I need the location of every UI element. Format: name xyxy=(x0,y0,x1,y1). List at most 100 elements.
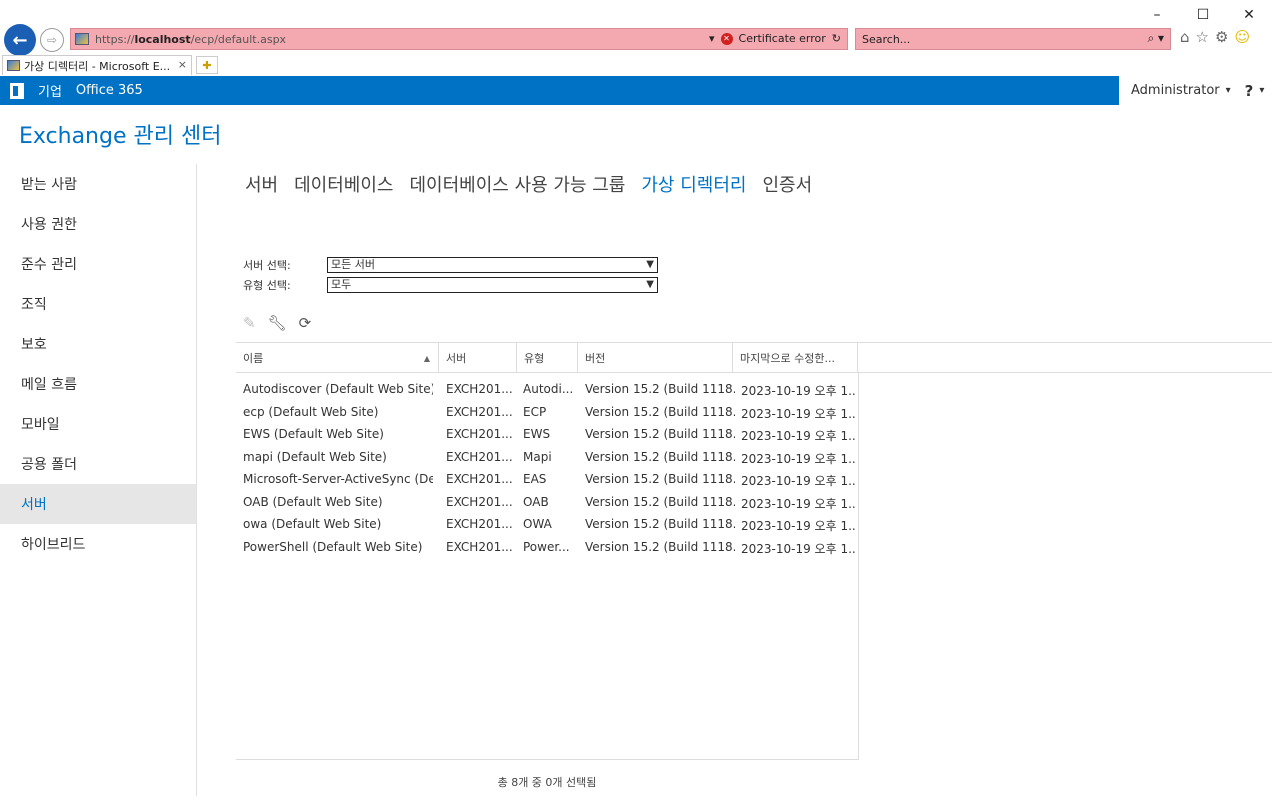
url-text[interactable]: https://localhost/ecp/default.aspx xyxy=(95,33,286,46)
table-cell: EXCH201... xyxy=(446,404,513,419)
minimize-button[interactable]: – xyxy=(1134,4,1180,26)
table-row[interactable]: mapi (Default Web Site) EXCH201... Mapi Ver… xyxy=(236,447,858,470)
app-title: Exchange 관리 센터 xyxy=(19,124,222,149)
table-cell: Power... xyxy=(523,539,570,554)
left-nav: 받는 사람 사용 권한 준수 관리 조직 보호 메일 흐름 모바일 공용 폴더 서버 하이브리드 xyxy=(0,164,196,564)
table-cell: Version 15.2 (Build 1118... xyxy=(585,517,735,531)
new-tab-button[interactable]: ✚ xyxy=(196,56,218,74)
refresh-icon[interactable]: ↻ xyxy=(832,32,841,45)
table-cell: EXCH201... xyxy=(446,539,513,554)
nav-item[interactable]: 메일 흐름 xyxy=(0,364,196,404)
cert-error-label[interactable]: Certificate error xyxy=(739,32,826,45)
column-header[interactable]: 마지막으로 수정한... xyxy=(733,343,858,373)
nav-item[interactable]: 준수 관리 xyxy=(0,244,196,284)
nav-item[interactable]: 보호 xyxy=(0,324,196,364)
chevron-down-icon: ▼ xyxy=(646,259,654,270)
column-header[interactable]: 서버 xyxy=(439,343,517,373)
table-cell: 2023-10-19 오후 1... xyxy=(741,451,856,466)
chevron-down-icon: ▼ xyxy=(646,279,654,290)
table-cell: 2023-10-19 오후 1... xyxy=(741,474,856,488)
table-cell: ECP xyxy=(523,404,547,419)
table-cell: ecp (Default Web Site) xyxy=(243,404,379,419)
table-row[interactable]: EWS (Default Web Site) EXCH201... EWS Versi… xyxy=(236,424,858,447)
column-header-label: 이름 xyxy=(243,352,264,365)
top-tab[interactable]: 서버 xyxy=(245,171,278,197)
grid-rows: Autodiscover (Default Web Site) EXCH201..… xyxy=(236,379,858,559)
nav-item[interactable]: 조직 xyxy=(0,284,196,324)
table-cell: Version 15.2 (Build 1118... xyxy=(585,449,735,464)
browser-tab[interactable]: 가상 디렉터리 - Microsoft E... × xyxy=(2,55,192,75)
office-logo-icon[interactable] xyxy=(10,82,24,99)
search-icon[interactable]: ⌕ ▾ xyxy=(1147,31,1164,46)
browser-search-input[interactable]: Search... ⌕ ▾ xyxy=(855,28,1171,50)
table-cell: Version 15.2 (Build 1118... xyxy=(585,539,735,554)
table-row[interactable]: PowerShell (Default Web Site) EXCH201... P… xyxy=(236,537,858,560)
certificate-error[interactable]: ▾ ✕ Certificate error ↻ xyxy=(709,32,841,45)
top-tab[interactable]: 인증서 xyxy=(762,171,812,197)
table-cell: EXCH201... xyxy=(446,517,513,531)
table-row[interactable]: OAB (Default Web Site) EXCH201... OAB Versi… xyxy=(236,492,858,515)
table-cell: EXCH201... xyxy=(446,427,513,441)
column-header[interactable]: 버전 xyxy=(578,343,733,373)
table-cell: EWS xyxy=(523,427,551,441)
smiley-icon[interactable]: ☺ xyxy=(1234,28,1250,46)
top-tab[interactable]: 데이터베이스 xyxy=(294,171,393,197)
help-icon[interactable]: ? xyxy=(1245,82,1254,100)
server-select[interactable]: 모든 서버 ▼ xyxy=(327,257,658,273)
back-arrow-icon: ← xyxy=(12,29,28,51)
top-tab[interactable]: 데이터베이스 사용 가능 그룹 xyxy=(409,171,625,197)
grid-toolbar: ✎ 🔧︎ ⟳ xyxy=(243,314,311,332)
tab-title: 가상 디렉터리 - Microsoft E... xyxy=(24,59,171,73)
top-tab[interactable]: 가상 디렉터리 xyxy=(641,171,746,197)
table-cell: Microsoft-Server-ActiveSync (Def... xyxy=(243,472,433,486)
column-header[interactable]: 유형 xyxy=(517,343,578,373)
settings-icon[interactable]: ⚙ xyxy=(1215,28,1228,46)
close-window-button[interactable]: ✕ xyxy=(1226,4,1272,26)
column-header[interactable]: 이름 ▲ xyxy=(236,343,439,373)
grid-bottom-border xyxy=(236,759,858,760)
type-select[interactable]: 모두 ▼ xyxy=(327,277,658,293)
table-cell: OWA xyxy=(523,517,552,531)
nav-item[interactable]: 모바일 xyxy=(0,404,196,444)
table-row[interactable]: Microsoft-Server-ActiveSync (Def... EXCH2… xyxy=(236,469,858,492)
address-dropdown-icon[interactable]: ▾ xyxy=(709,32,715,45)
column-header-label: 버전 xyxy=(585,352,606,365)
table-row[interactable]: Autodiscover (Default Web Site) EXCH201..… xyxy=(236,379,858,402)
maximize-button[interactable]: ☐ xyxy=(1180,4,1226,26)
column-header-label: 서버 xyxy=(446,352,467,365)
browser-chrome: – ☐ ✕ ← ⇨ https://localhost/ecp/default.… xyxy=(0,0,1280,76)
site-icon xyxy=(75,33,89,45)
nav-item[interactable]: 공용 폴더 xyxy=(0,444,196,484)
forward-arrow-icon: ⇨ xyxy=(46,33,58,47)
table-cell: Mapi xyxy=(523,449,552,464)
table-cell: EWS (Default Web Site) xyxy=(243,427,384,441)
user-name[interactable]: Administrator xyxy=(1131,83,1220,98)
nav-item[interactable]: 하이브리드 xyxy=(0,524,196,564)
home-icon[interactable]: ⌂ xyxy=(1180,28,1190,46)
nav-item[interactable]: 서버 xyxy=(0,484,196,524)
server-filter: 서버 선택: 모든 서버 ▼ xyxy=(243,257,658,273)
edit-icon[interactable]: ✎ xyxy=(243,314,256,332)
tab-close-icon[interactable]: × xyxy=(178,58,187,71)
chevron-down-icon[interactable]: ▾ xyxy=(1226,85,1231,96)
table-row[interactable]: owa (Default Web Site) EXCH201... OWA Versi… xyxy=(236,514,858,537)
user-menu[interactable]: Administrator ▾ ? ▾ xyxy=(1119,76,1280,105)
refresh-icon[interactable]: ⟳ xyxy=(299,314,312,332)
server-filter-label: 서버 선택: xyxy=(243,259,291,272)
nav-enterprise[interactable]: 기업 xyxy=(38,81,62,100)
nav-item[interactable]: 사용 권한 xyxy=(0,204,196,244)
help-chevron-down-icon[interactable]: ▾ xyxy=(1259,85,1264,96)
nav-office365[interactable]: Office 365 xyxy=(76,83,143,98)
favorites-icon[interactable]: ☆ xyxy=(1196,28,1209,46)
wrench-icon[interactable]: 🔧︎ xyxy=(268,314,287,332)
forward-button[interactable]: ⇨ xyxy=(40,28,64,52)
table-cell: EXCH201... xyxy=(446,494,513,509)
column-header-label: 유형 xyxy=(524,352,545,365)
selection-status: 총 8개 중 0개 선택됨 xyxy=(497,776,597,789)
nav-item[interactable]: 받는 사람 xyxy=(0,164,196,204)
back-button[interactable]: ← xyxy=(4,24,36,56)
address-bar[interactable]: https://localhost/ecp/default.aspx ▾ ✕ C… xyxy=(70,28,848,50)
grid-header: 이름 ▲ 서버 유형 버전 마지막으로 수정한... xyxy=(236,342,1272,373)
table-row[interactable]: ecp (Default Web Site) EXCH201... ECP Versi… xyxy=(236,402,858,425)
table-cell: Version 15.2 (Build 1118... xyxy=(585,427,735,441)
